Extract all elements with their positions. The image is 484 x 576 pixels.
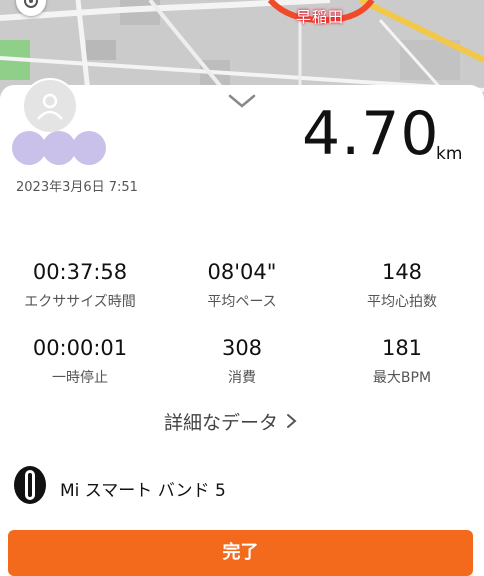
- stat-label: エクササイズ時間: [24, 294, 136, 310]
- avatar[interactable]: [22, 78, 78, 134]
- stat-exercise-time: 00:37:58 エクササイズ時間: [0, 260, 160, 310]
- stat-label: 平均ペース: [207, 294, 277, 310]
- stat-pause-time: 00:00:01 一時停止: [0, 336, 160, 386]
- band-icon: [14, 466, 46, 504]
- finish-button[interactable]: 完了: [8, 530, 473, 576]
- stat-value: 148: [381, 260, 423, 284]
- stat-value: 08'04": [207, 260, 277, 284]
- stat-value: 00:37:58: [32, 260, 128, 284]
- stat-value: 181: [381, 336, 423, 360]
- chevron-down-icon[interactable]: [228, 93, 256, 109]
- user-name-redacted: [12, 131, 112, 165]
- stat-avg-heart-rate: 148 平均心拍数: [322, 260, 482, 310]
- user-icon: [37, 93, 63, 120]
- detailed-data-label: 詳細なデータ: [164, 412, 279, 434]
- map-place-label: 早稲田: [296, 8, 345, 26]
- device-row[interactable]: Mi スマート バンド 5: [14, 466, 484, 506]
- stat-label: 消費: [228, 370, 256, 386]
- stat-label: 最大BPM: [372, 370, 432, 386]
- device-name: Mi スマート バンド 5: [60, 481, 226, 501]
- stat-value: 308: [221, 336, 263, 360]
- stat-label: 平均心拍数: [367, 294, 437, 310]
- stat-calories: 308 消費: [162, 336, 322, 386]
- workout-date: 2023年3月6日 7:51: [16, 180, 138, 195]
- chevron-right-icon: [287, 414, 297, 428]
- location-icon: [24, 0, 38, 8]
- distance-unit: km: [436, 144, 463, 164]
- detailed-data-link[interactable]: 詳細なデータ: [164, 408, 298, 435]
- stat-value: 00:00:01: [32, 336, 128, 360]
- distance-value: 4.70: [302, 99, 440, 169]
- stat-label: 一時停止: [52, 370, 108, 386]
- stat-avg-pace: 08'04" 平均ペース: [162, 260, 322, 310]
- stat-max-bpm: 181 最大BPM: [322, 336, 482, 386]
